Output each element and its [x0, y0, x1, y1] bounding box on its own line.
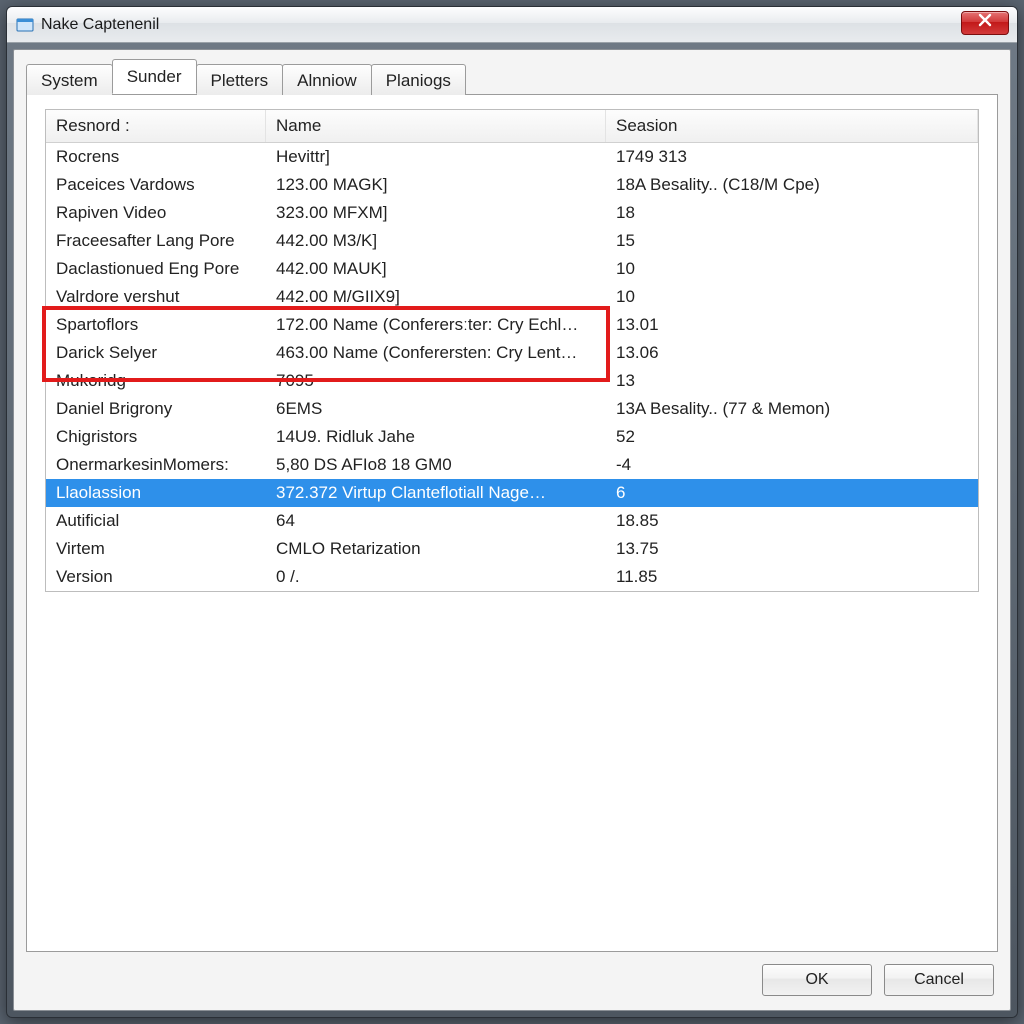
- cell: 463.00 Name (Conferersten: Cry Lent…: [266, 339, 606, 367]
- tab-planiogs[interactable]: Planiogs: [371, 64, 466, 95]
- column-header-seasion[interactable]: Seasion: [606, 110, 978, 142]
- cell: Llaolassion: [46, 479, 266, 507]
- table-row[interactable]: OnermarkesinMomers:5,80 DS AFIo8 18 GM0-…: [46, 451, 978, 479]
- cell: 10: [606, 283, 978, 311]
- cell: 11.85: [606, 563, 978, 591]
- table-row[interactable]: Rapiven Video323.00 MFXM]18: [46, 199, 978, 227]
- cell: Hevittr]: [266, 143, 606, 171]
- tabstrip: System Sunder Pletters Alnniow Planiogs: [26, 60, 998, 94]
- cell: 52: [606, 423, 978, 451]
- table-row[interactable]: Daniel Brigrony6EMS13A Besality.. (77 & …: [46, 395, 978, 423]
- cell: 172.00 Name (Conferersːter: Cry Echl…: [266, 311, 606, 339]
- cell: 323.00 MFXM]: [266, 199, 606, 227]
- table-row[interactable]: Llaolassion372.372 Virtup Clanteflotiall…: [46, 479, 978, 507]
- table-row[interactable]: Version0 /.11.85: [46, 563, 978, 591]
- cell: 6EMS: [266, 395, 606, 423]
- cancel-button[interactable]: Cancel: [884, 964, 994, 996]
- cell: -4: [606, 451, 978, 479]
- cell: 372.372 Virtup Clanteflotiall Nage…: [266, 479, 606, 507]
- table-row[interactable]: Valrdore vershut442.00 M/GIIX9]10: [46, 283, 978, 311]
- table-row[interactable]: Mukoridg709513: [46, 367, 978, 395]
- titlebar[interactable]: Nake Captenenil: [7, 7, 1017, 43]
- ok-button[interactable]: OK: [762, 964, 872, 996]
- cell: Mukoridg: [46, 367, 266, 395]
- cell: Valrdore vershut: [46, 283, 266, 311]
- dialog-window: Nake Captenenil System Sunder Pletters A…: [6, 6, 1018, 1018]
- cell: 7095: [266, 367, 606, 395]
- close-button[interactable]: [961, 11, 1009, 35]
- tab-sunder[interactable]: Sunder: [112, 59, 197, 94]
- cell: Virtem: [46, 535, 266, 563]
- cell: 13: [606, 367, 978, 395]
- cell: Daclastionued Eng Pore: [46, 255, 266, 283]
- cell: 18A Besality.. (C18/M Cpe): [606, 171, 978, 199]
- cell: Daniel Brigrony: [46, 395, 266, 423]
- cell: Fraceesafter Lang Pore: [46, 227, 266, 255]
- close-icon: [978, 13, 992, 32]
- cell: 0 /.: [266, 563, 606, 591]
- listview-body: RocrensHevittr]1749 313Paceices Vardows1…: [46, 143, 978, 591]
- cell: 1749 313: [606, 143, 978, 171]
- cell: 5,80 DS AFIo8 18 GM0: [266, 451, 606, 479]
- tab-alnniow[interactable]: Alnniow: [282, 64, 372, 95]
- cell: 13.75: [606, 535, 978, 563]
- table-row[interactable]: Autificial6418.85: [46, 507, 978, 535]
- cell: Paceices Vardows: [46, 171, 266, 199]
- cell: 13.06: [606, 339, 978, 367]
- cell: 15: [606, 227, 978, 255]
- cell: Version: [46, 563, 266, 591]
- tab-pletters[interactable]: Pletters: [196, 64, 284, 95]
- cell: 442.00 M/GIIX9]: [266, 283, 606, 311]
- cell: 18.85: [606, 507, 978, 535]
- button-row: OK Cancel: [26, 952, 998, 1000]
- table-row[interactable]: Paceices Vardows123.00 MAGK]18A Besality…: [46, 171, 978, 199]
- cell: 13A Besality.. (77 & Memon): [606, 395, 978, 423]
- table-row[interactable]: Spartoflors172.00 Name (Conferersːter: C…: [46, 311, 978, 339]
- cell: 13.01: [606, 311, 978, 339]
- column-header-name[interactable]: Name: [266, 110, 606, 142]
- tab-system[interactable]: System: [26, 64, 113, 95]
- cell: Spartoflors: [46, 311, 266, 339]
- cell: 10: [606, 255, 978, 283]
- cell: 64: [266, 507, 606, 535]
- cell: 123.00 MAGK]: [266, 171, 606, 199]
- table-row[interactable]: Darick Selyer463.00 Name (Conferersten: …: [46, 339, 978, 367]
- table-row[interactable]: RocrensHevittr]1749 313: [46, 143, 978, 171]
- app-icon: [15, 15, 35, 35]
- tab-panel: Resnord : Name Seasion RocrensHevittr]17…: [26, 94, 998, 952]
- cell: 18: [606, 199, 978, 227]
- window-title: Nake Captenenil: [41, 16, 159, 34]
- listview[interactable]: Resnord : Name Seasion RocrensHevittr]17…: [45, 109, 979, 592]
- cell: CMLO Retarization: [266, 535, 606, 563]
- column-header-resnord[interactable]: Resnord :: [46, 110, 266, 142]
- table-row[interactable]: VirtemCMLO Retarization13.75: [46, 535, 978, 563]
- table-row[interactable]: Fraceesafter Lang Pore442.00 M3/K]15: [46, 227, 978, 255]
- listview-header[interactable]: Resnord : Name Seasion: [46, 110, 978, 143]
- cell: Rapiven Video: [46, 199, 266, 227]
- cell: Autificial: [46, 507, 266, 535]
- cell: Chigristors: [46, 423, 266, 451]
- cell: 442.00 MAUK]: [266, 255, 606, 283]
- cell: 6: [606, 479, 978, 507]
- cell: OnermarkesinMomers:: [46, 451, 266, 479]
- cell: 442.00 M3/K]: [266, 227, 606, 255]
- table-row[interactable]: Chigristors14U9. Ridluk Jahe52: [46, 423, 978, 451]
- cell: Rocrens: [46, 143, 266, 171]
- client-area: System Sunder Pletters Alnniow Planiogs …: [13, 49, 1011, 1011]
- cell: 14U9. Ridluk Jahe: [266, 423, 606, 451]
- table-row[interactable]: Daclastionued Eng Pore442.00 MAUK]10: [46, 255, 978, 283]
- cell: Darick Selyer: [46, 339, 266, 367]
